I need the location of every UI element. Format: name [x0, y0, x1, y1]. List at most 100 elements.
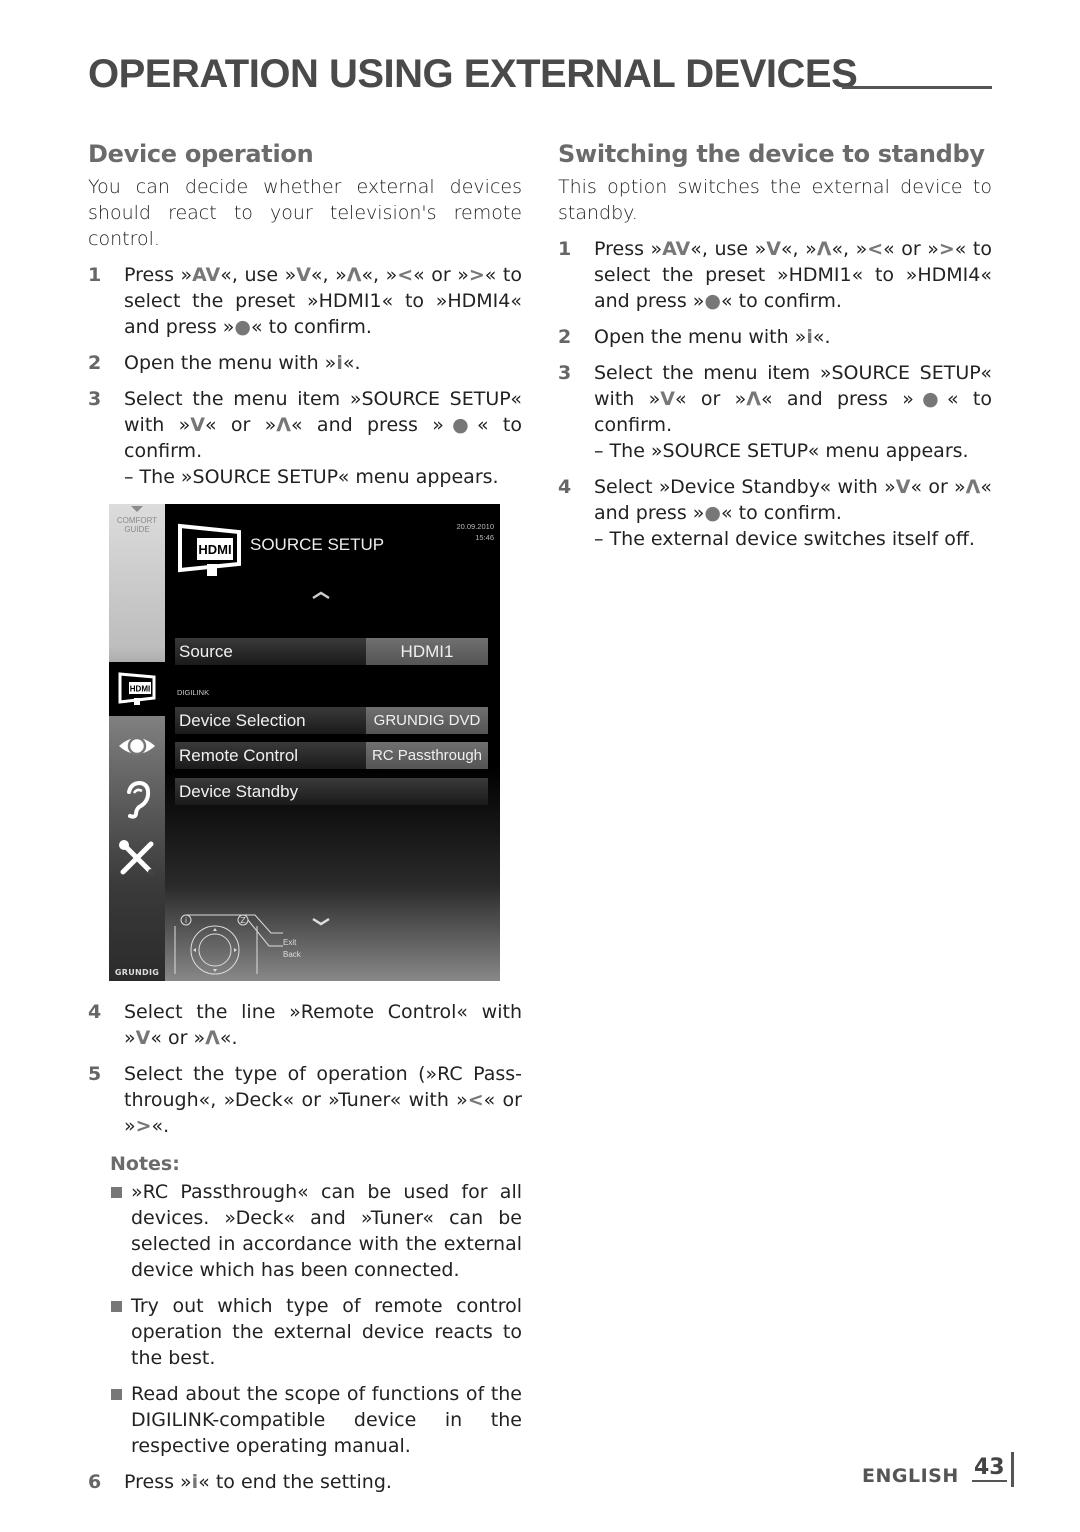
svg-text:Z: Z — [240, 916, 246, 925]
section-heading-device-operation: Device operation — [88, 140, 314, 168]
step-text: « or » — [910, 476, 966, 498]
remote-key-icon: AV — [192, 264, 221, 286]
step-text: « or » — [413, 264, 469, 286]
step-text: « to confirm. — [251, 316, 372, 338]
step-number: 1 — [88, 264, 102, 286]
step-item: 1 Press »AV«, use »V«, »Λ«, »<« or »>« to… — [88, 262, 522, 340]
remote-key-icon: ● — [234, 316, 251, 338]
hdmi-icon: HDMI — [118, 672, 156, 705]
hdmi-header-icon: HDMI — [178, 523, 241, 576]
menu-row-device-standby[interactable]: Device Standby — [175, 778, 488, 805]
step-number: 3 — [88, 388, 102, 410]
eye-icon — [119, 736, 155, 756]
step-text: «, » — [310, 264, 347, 286]
step-number: 4 — [88, 1001, 102, 1023]
step-text: «, use » — [690, 238, 767, 260]
step-text: «, » — [831, 238, 868, 260]
footer-language: ENGLISH — [862, 1465, 959, 1487]
digilink-section-label: DIGILINK — [177, 688, 210, 697]
svg-text:HDMI: HDMI — [198, 542, 231, 557]
source-value[interactable]: HDMI1 — [366, 638, 488, 665]
remote-key-icon: ● — [704, 290, 721, 312]
step-text: « and press » — [291, 414, 444, 436]
chevron-up-icon[interactable] — [311, 590, 331, 600]
step-number: 1 — [558, 238, 572, 260]
step-item: 4 Select »Device Standby« with »V« or »Λ «… — [558, 474, 992, 552]
step-item: 6 Press »i« to end the setting. — [88, 1469, 522, 1495]
final-step: 6 Press »i« to end the setting. — [88, 1469, 522, 1495]
legend-exit: Exit — [283, 938, 297, 947]
remote-key-icon: Λ — [276, 414, 291, 436]
legend-back: Back — [283, 950, 301, 959]
step-text: «. — [342, 352, 361, 374]
comfort-guide-sidebar: COMFORT GUIDE HDMI GRUNDIG — [109, 504, 165, 981]
remote-key-icon: AV — [662, 238, 691, 260]
step-text: « to confirm. — [721, 502, 842, 524]
remote-key-icon: Λ — [346, 264, 362, 286]
intro-text-standby: This option switches the external device… — [558, 176, 992, 224]
chevron-down-icon[interactable] — [311, 917, 331, 927]
remote-key-icon: > — [468, 264, 485, 286]
notes-list: »RC Passthrough« can be used for all dev… — [88, 1179, 522, 1459]
remote-key-icon: < — [397, 264, 414, 286]
step-text: Press » — [124, 264, 193, 286]
step-text: «, use » — [220, 264, 297, 286]
step-item: 3 Select the menu item »SOURCE SETUP« wit… — [558, 360, 992, 464]
step-text: «. — [151, 1115, 170, 1137]
menu-row-source[interactable]: Source HDMI1 — [175, 638, 488, 665]
grundig-logo: GRUNDIG — [114, 968, 160, 977]
remote-key-icon: > — [938, 238, 955, 260]
step-text: « and press » — [761, 388, 914, 410]
source-setup-panel: HDMI SOURCE SETUP 20.09.2010 15:46 Sourc… — [165, 504, 500, 981]
steps-list: 1 Press »AV«, use »V«, »Λ«, »<« or »>« to… — [88, 262, 522, 490]
source-setup-title: SOURCE SETUP — [250, 535, 385, 554]
remote-key-icon: Λ — [965, 476, 981, 498]
step-text: « to confirm. — [721, 290, 842, 312]
step-text: « to end the setting. — [198, 1471, 392, 1493]
triangle-down-icon — [131, 506, 143, 512]
remote-navigation-icon: i Z — [174, 914, 283, 975]
step-item: 4 Select the line »Remote Control« with »… — [88, 999, 522, 1051]
notes-title: Notes: — [110, 1153, 180, 1175]
time: 15:46 — [475, 533, 494, 542]
device-selection-value[interactable]: GRUNDIG DVD — [366, 707, 488, 734]
remote-key-icon: > — [135, 1115, 152, 1137]
step-number: 6 — [88, 1471, 102, 1493]
square-bullet-icon — [111, 1187, 122, 1198]
step-text: «, » — [780, 238, 817, 260]
steps-list-standby: 1 Press »AV«, use »V«, »Λ«, »<« or »>« to… — [558, 236, 992, 552]
note-item: »RC Passthrough« can be used for all dev… — [88, 1179, 522, 1283]
steps-list-continued: 4 Select the line »Remote Control« with »… — [88, 999, 522, 1139]
comfort-guide-label: COMFORT GUIDE — [116, 516, 158, 534]
remote-key-icon: Λ — [746, 388, 761, 410]
step-text: «. — [812, 326, 831, 348]
page-number: 43 — [972, 1455, 1007, 1482]
svg-text:i: i — [185, 916, 187, 925]
remote-key-icon: V — [296, 264, 311, 286]
step-text: « or » — [150, 1027, 206, 1049]
step-text: «. — [219, 1027, 238, 1049]
step-result: – The »SOURCE SETUP« menu appears. — [124, 466, 499, 488]
menu-row-device-selection[interactable]: Device Selection GRUNDIG DVD — [175, 707, 488, 734]
remote-key-icon: V — [895, 476, 911, 498]
remote-key-icon: Λ — [205, 1027, 220, 1049]
note-item: Try out which type of remote control ope… — [88, 1293, 522, 1371]
remote-key-icon: V — [135, 1027, 151, 1049]
menu-row-remote-control[interactable]: Remote Control RC Passthrough — [175, 742, 488, 769]
remote-key-icon: < — [467, 1089, 484, 1111]
step-text: Select the type of operation (»RC Pass-t… — [124, 1063, 522, 1111]
step-text: Press » — [124, 1471, 192, 1493]
page-title: OPERATION USING EXTERNAL DEVICES — [88, 52, 858, 96]
svg-text:HDMI: HDMI — [130, 685, 150, 694]
step-text: Select »Device Standby« with » — [594, 476, 896, 498]
remote-control-value[interactable]: RC Passthrough — [366, 742, 488, 769]
ear-icon — [127, 780, 151, 819]
remote-key-icon: V — [766, 238, 781, 260]
step-text: « or » — [883, 238, 939, 260]
step-number: 3 — [558, 362, 572, 384]
step-number: 5 — [88, 1063, 102, 1085]
step-number: 2 — [88, 352, 102, 374]
step-text: « or » — [204, 414, 277, 436]
step-result: – The external device switches itself of… — [594, 528, 975, 550]
step-item: 2 Open the menu with »i«. — [558, 324, 992, 350]
